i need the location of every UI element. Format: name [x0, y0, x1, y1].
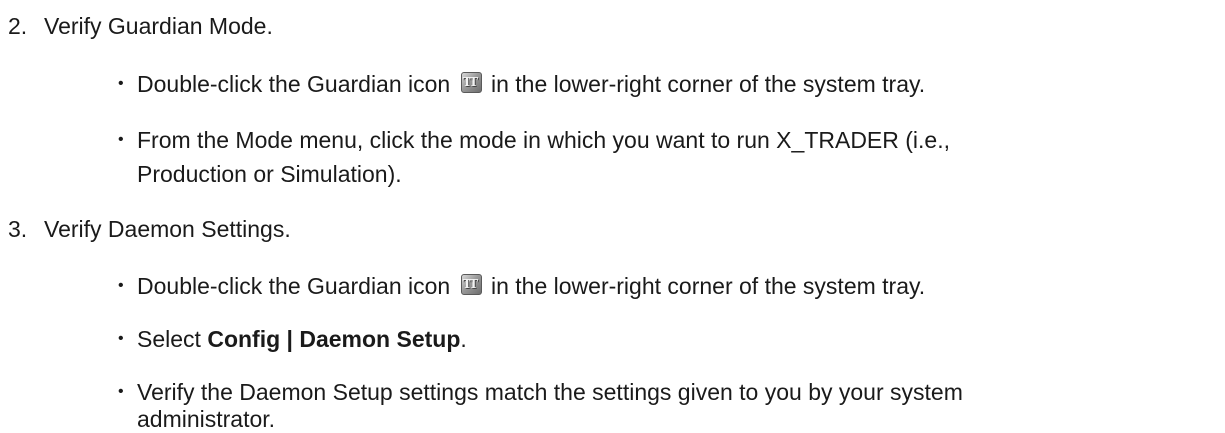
bullet: • [118, 330, 124, 347]
bullet-text: Production or Simulation). [137, 161, 402, 187]
guardian-tt-icon: TT [460, 274, 482, 295]
bullet: • [118, 75, 124, 92]
bullet-text: in the lower-right corner of the system … [484, 273, 926, 299]
step-number: 3. [8, 216, 28, 242]
bullet: • [118, 131, 124, 148]
bullet-text: in the lower-right corner of the system … [484, 71, 926, 97]
step-title: Verify Guardian Mode. [44, 13, 273, 39]
bullet-text: Double-click the Guardian icon [137, 273, 457, 299]
bullet-text: Double-click the Guardian icon [137, 71, 457, 97]
step-title: Verify Daemon Settings. [44, 216, 291, 242]
bullet: • [118, 383, 124, 400]
menu-path: Config | Daemon Setup [207, 326, 461, 352]
step-number: 2. [8, 13, 28, 39]
bullet: • [118, 277, 124, 294]
guardian-tt-icon: TT [460, 72, 482, 93]
bullet-text: Verify the Daemon Setup settings match t… [137, 379, 963, 405]
bullet-text: . [460, 326, 467, 352]
bullet-text: Select [137, 326, 208, 352]
bullet-text: From the Mode menu, click the mode in wh… [137, 127, 950, 153]
bullet-text: administrator. [137, 406, 276, 432]
